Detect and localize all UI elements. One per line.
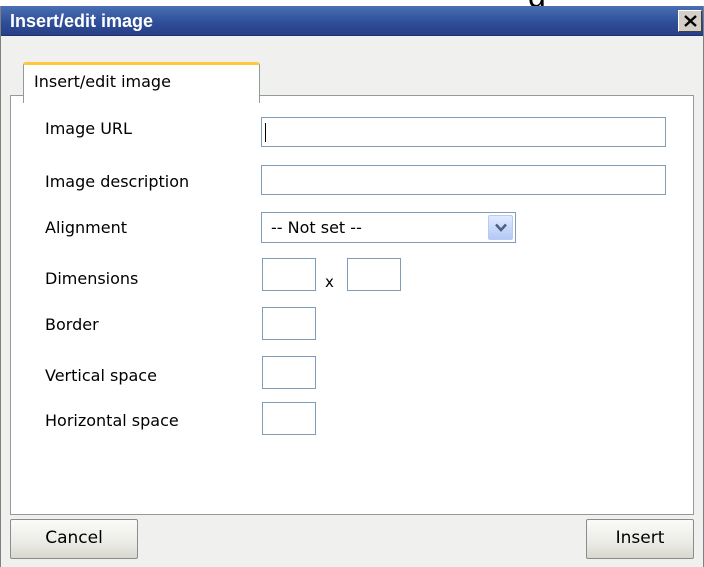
- dialog-titlebar[interactable]: Insert/edit image: [1, 6, 703, 36]
- image-url-input[interactable]: [262, 118, 665, 146]
- horizontal-space-label: Horizontal space: [45, 411, 179, 430]
- border-input[interactable]: [263, 308, 315, 339]
- border-label: Border: [45, 315, 99, 334]
- text-caret: [265, 123, 266, 142]
- image-url-field[interactable]: [261, 117, 666, 147]
- dimensions-label: Dimensions: [45, 269, 139, 288]
- vertical-space-label: Vertical space: [45, 366, 157, 385]
- insert-edit-image-dialog: Insert/edit image Insert/edit image Imag…: [0, 6, 704, 567]
- cancel-button[interactable]: Cancel: [10, 519, 138, 559]
- form-panel: [10, 95, 694, 515]
- border-field[interactable]: [262, 307, 316, 340]
- insert-button[interactable]: Insert: [586, 519, 694, 559]
- horizontal-space-field[interactable]: [262, 402, 316, 435]
- close-button[interactable]: [678, 10, 702, 32]
- dropdown-button[interactable]: [488, 215, 513, 240]
- tab-insert-edit-image[interactable]: Insert/edit image: [23, 62, 260, 103]
- close-x-icon: [684, 15, 697, 27]
- width-input[interactable]: [263, 259, 315, 290]
- vertical-space-field[interactable]: [262, 356, 316, 389]
- image-description-field[interactable]: [261, 165, 666, 195]
- alignment-label: Alignment: [45, 218, 127, 237]
- height-input[interactable]: [348, 259, 400, 290]
- tab-label: Insert/edit image: [34, 72, 171, 91]
- width-field[interactable]: [262, 258, 316, 291]
- alignment-select[interactable]: -- Not set --: [261, 212, 516, 243]
- vertical-space-input[interactable]: [263, 357, 315, 388]
- height-field[interactable]: [347, 258, 401, 291]
- image-description-label: Image description: [45, 172, 190, 191]
- chevron-down-icon: [495, 223, 507, 232]
- dialog-title: Insert/edit image: [10, 11, 154, 31]
- alignment-selected-value: -- Not set --: [271, 218, 362, 237]
- image-description-input[interactable]: [262, 166, 665, 194]
- dimension-separator: x: [325, 273, 334, 291]
- image-url-label: Image URL: [45, 119, 132, 138]
- horizontal-space-input[interactable]: [263, 403, 315, 434]
